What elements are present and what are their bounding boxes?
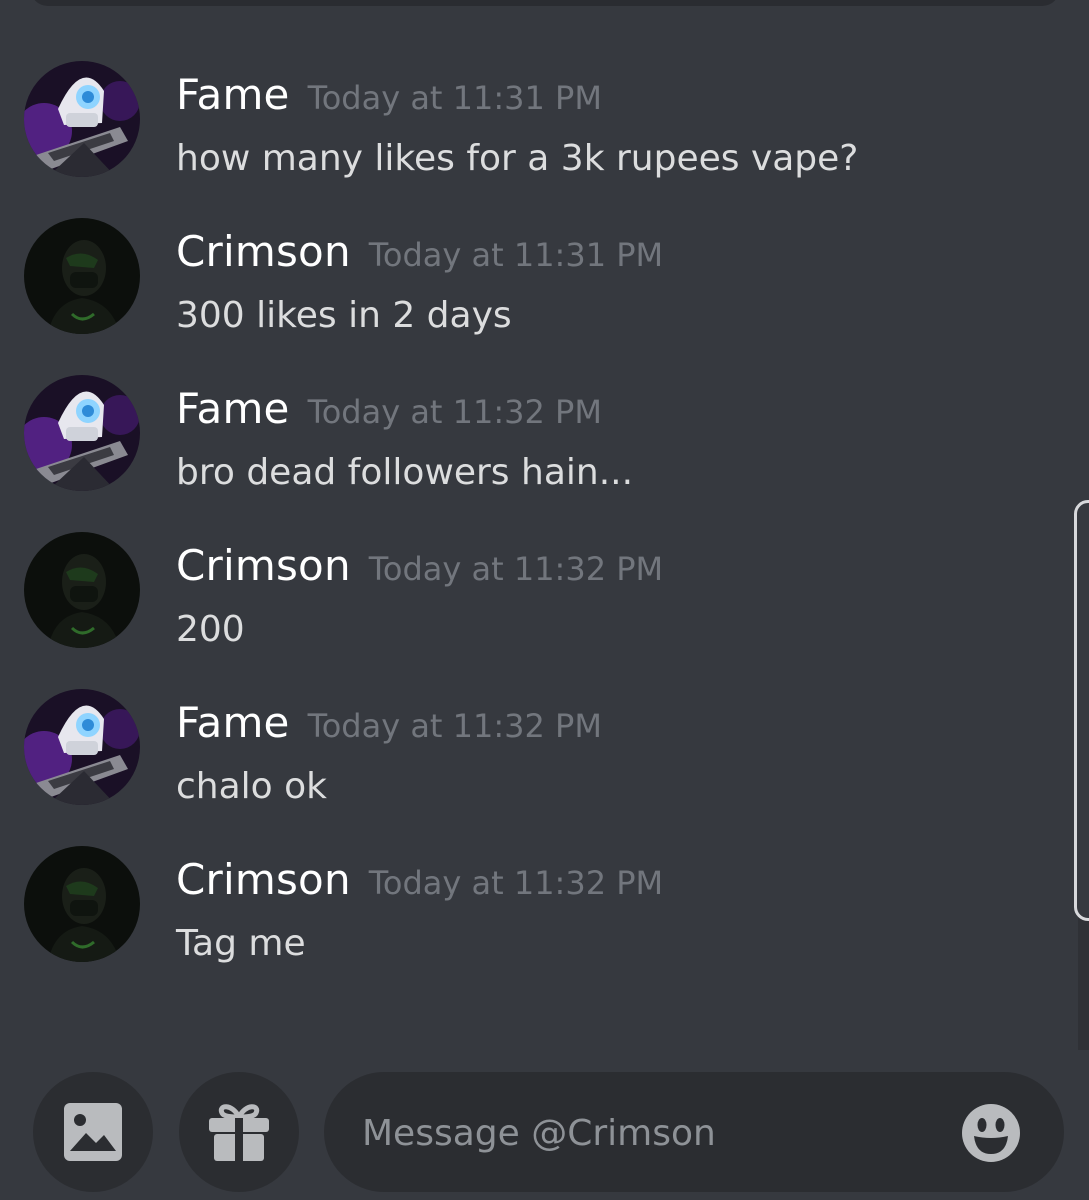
username[interactable]: Crimson	[176, 541, 351, 590]
message-header: Fame Today at 11:32 PM	[176, 698, 602, 747]
timestamp: Today at 11:31 PM	[368, 236, 664, 274]
timestamp: Today at 11:32 PM	[307, 393, 602, 431]
message-item: Fame Today at 11:32 PM chalo ok	[0, 688, 1060, 845]
avatar-crimson[interactable]	[24, 218, 140, 334]
username[interactable]: Fame	[176, 70, 290, 119]
message-content: how many likes for a 3k rupees vape?	[176, 138, 859, 179]
timestamp: Today at 11:32 PM	[307, 707, 602, 745]
gift-icon	[209, 1104, 269, 1161]
avatar-fame[interactable]	[24, 61, 140, 177]
message-header: Crimson Today at 11:32 PM	[176, 855, 663, 904]
message-input-container	[324, 1072, 1064, 1194]
top-bar	[30, 0, 1060, 6]
message-item: Fame Today at 11:32 PM bro dead followers…	[0, 374, 1060, 531]
message-content: 200	[176, 609, 245, 650]
message-item: Crimson Today at 11:31 PM 300 likes in 2 …	[0, 217, 1060, 374]
message-header: Crimson Today at 11:31 PM	[176, 227, 663, 276]
message-list: Fame Today at 11:31 PM how many likes for…	[0, 60, 1060, 1002]
image-icon	[64, 1103, 122, 1161]
username[interactable]: Crimson	[176, 855, 351, 904]
avatar-fame[interactable]	[24, 375, 140, 491]
avatar-fame[interactable]	[24, 689, 140, 805]
avatar-crimson[interactable]	[24, 846, 140, 962]
message-item: Crimson Today at 11:32 PM 200	[0, 531, 1060, 688]
emoji-button[interactable]	[960, 1102, 1022, 1164]
message-content: bro dead followers hain...	[176, 452, 634, 493]
message-item: Crimson Today at 11:32 PM Tag me	[0, 845, 1060, 1002]
message-header: Fame Today at 11:31 PM	[176, 70, 602, 119]
message-composer	[0, 1060, 1089, 1200]
timestamp: Today at 11:32 PM	[368, 550, 664, 588]
username[interactable]: Fame	[176, 384, 290, 433]
message-header: Crimson Today at 11:32 PM	[176, 541, 663, 590]
scrollbar-thumb[interactable]	[1074, 500, 1089, 921]
message-input[interactable]	[360, 1072, 934, 1194]
message-content: chalo ok	[176, 766, 328, 807]
message-content: Tag me	[176, 923, 306, 964]
attach-image-button[interactable]	[33, 1072, 153, 1192]
avatar-crimson[interactable]	[24, 532, 140, 648]
timestamp: Today at 11:32 PM	[368, 864, 664, 902]
emoji-icon	[962, 1104, 1020, 1162]
username[interactable]: Fame	[176, 698, 290, 747]
message-item: Fame Today at 11:31 PM how many likes for…	[0, 60, 1060, 217]
username[interactable]: Crimson	[176, 227, 351, 276]
timestamp: Today at 11:31 PM	[307, 79, 602, 117]
message-header: Fame Today at 11:32 PM	[176, 384, 602, 433]
message-content: 300 likes in 2 days	[176, 295, 512, 336]
gift-button[interactable]	[179, 1072, 299, 1192]
